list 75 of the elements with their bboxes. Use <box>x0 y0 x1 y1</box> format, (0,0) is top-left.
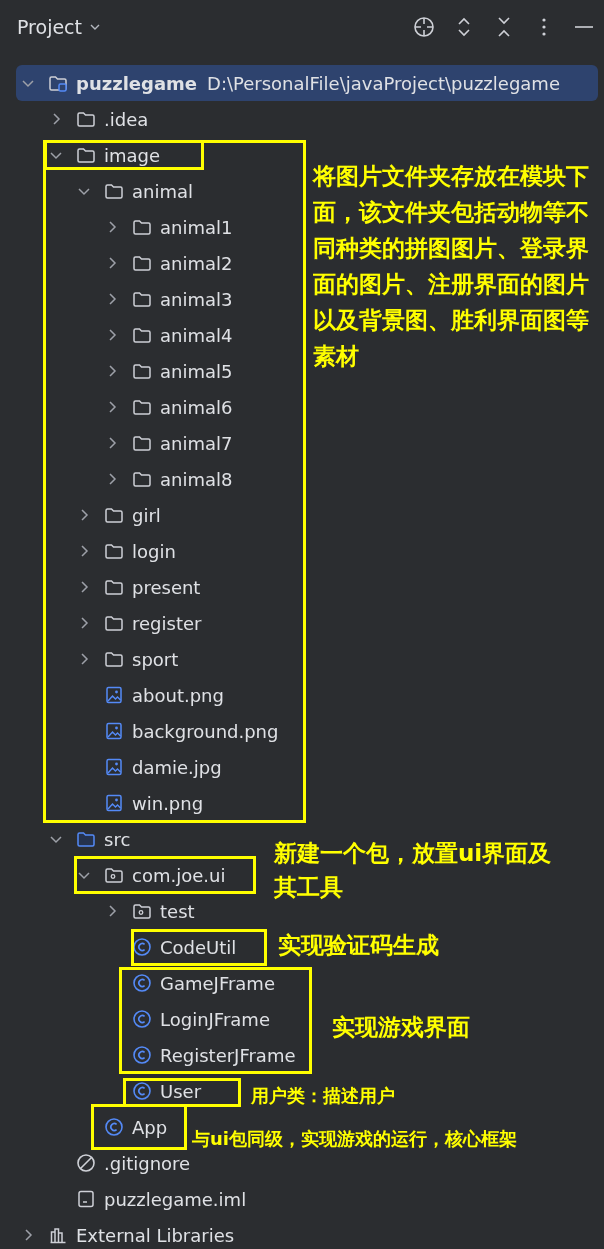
tree-item[interactable]: CodeUtil <box>16 929 241 965</box>
tree-item[interactable]: animal6 <box>16 389 237 425</box>
tree-item[interactable]: damie.jpg <box>16 749 226 785</box>
image-file-icon <box>104 793 124 813</box>
folder-icon <box>104 649 124 669</box>
tree-item[interactable]: animal4 <box>16 317 237 353</box>
tree-item[interactable]: sport <box>16 641 183 677</box>
folder-icon <box>132 325 152 345</box>
tree-item[interactable]: animal7 <box>16 425 237 461</box>
folder-icon <box>76 109 96 129</box>
folder-icon <box>132 397 152 417</box>
annotation-text: 新建一个包，放置ui界面及其工具 <box>274 839 553 902</box>
tree-item[interactable]: User <box>16 1073 206 1109</box>
tree-item[interactable]: animal1 <box>16 209 237 245</box>
tree-item[interactable]: LoginJFrame <box>16 1001 274 1037</box>
folder-icon <box>104 505 124 525</box>
tree-item[interactable]: girl <box>16 497 165 533</box>
tree-item[interactable]: RegisterJFrame <box>16 1037 300 1073</box>
class-icon <box>132 1081 152 1101</box>
module-folder-icon <box>48 73 68 93</box>
folder-icon <box>132 253 152 273</box>
folder-icon <box>132 361 152 381</box>
tree-item[interactable]: .gitignore <box>16 1145 195 1181</box>
tree-item[interactable]: register <box>16 605 206 641</box>
tree-item[interactable]: test <box>16 893 199 929</box>
module-file-icon <box>76 1189 96 1209</box>
tree-item[interactable]: com.joe.ui <box>16 857 230 893</box>
image-file-icon <box>104 757 124 777</box>
tree-item[interactable]: login <box>16 533 180 569</box>
tree-item[interactable]: src <box>16 821 135 857</box>
folder-icon <box>104 613 124 633</box>
package-icon <box>104 865 124 885</box>
folder-icon <box>132 289 152 309</box>
project-path: D:\PersonalFile\javaProject\puzzlegame <box>207 72 560 94</box>
tree-item[interactable]: about.png <box>16 677 228 713</box>
annotation-text: 用户类：描述用户 <box>251 1084 396 1108</box>
libraries-icon <box>48 1225 68 1245</box>
tree-item[interactable]: puzzlegame D:\PersonalFile\javaProject\puzzlegame <box>16 65 598 101</box>
folder-icon <box>76 829 96 849</box>
folder-icon <box>76 145 96 165</box>
tree-item[interactable]: animal8 <box>16 461 237 497</box>
image-file-icon <box>104 685 124 705</box>
locate-icon[interactable] <box>412 15 436 39</box>
image-file-icon <box>104 721 124 741</box>
folder-icon <box>132 469 152 489</box>
tree-item[interactable]: present <box>16 569 205 605</box>
tree-item[interactable]: External Libraries <box>16 1217 239 1249</box>
tree-item[interactable]: .idea <box>16 101 153 137</box>
folder-icon <box>104 181 124 201</box>
tree-item[interactable]: win.png <box>16 785 208 821</box>
class-icon <box>132 937 152 957</box>
package-icon <box>132 901 152 921</box>
class-icon <box>104 1117 124 1137</box>
panel-title[interactable]: Project <box>17 16 82 38</box>
folder-icon <box>132 433 152 453</box>
tree-item[interactable]: GameJFrame <box>16 965 279 1001</box>
tree-item[interactable]: App <box>16 1109 172 1145</box>
folder-icon <box>104 541 124 561</box>
annotation-text: 将图片文件夹存放在模块下面，该文件夹包括动物等不同种类的拼图图片、登录界面的图片、注册界面的图片以及背景图、胜利界面图等素材 <box>313 162 590 371</box>
tree-item[interactable]: background.png <box>16 713 283 749</box>
class-icon <box>132 1045 152 1065</box>
class-icon <box>132 1009 152 1029</box>
tree-item[interactable]: animal <box>16 173 197 209</box>
annotation-text: 实现验证码生成 <box>278 931 440 960</box>
ignore-file-icon <box>76 1153 96 1173</box>
tree-item[interactable]: animal3 <box>16 281 237 317</box>
folder-icon <box>132 217 152 237</box>
tree-item[interactable]: animal5 <box>16 353 237 389</box>
class-icon <box>132 973 152 993</box>
annotation-text: 与ui包同级，实现游戏的运行，核心框架 <box>192 1127 518 1151</box>
folder-icon <box>104 577 124 597</box>
tree-item[interactable]: image <box>16 137 165 173</box>
tree-item[interactable]: puzzlegame.iml <box>16 1181 251 1217</box>
annotation-text: 实现游戏界面 <box>332 1013 471 1042</box>
tree-item[interactable]: animal2 <box>16 245 237 281</box>
